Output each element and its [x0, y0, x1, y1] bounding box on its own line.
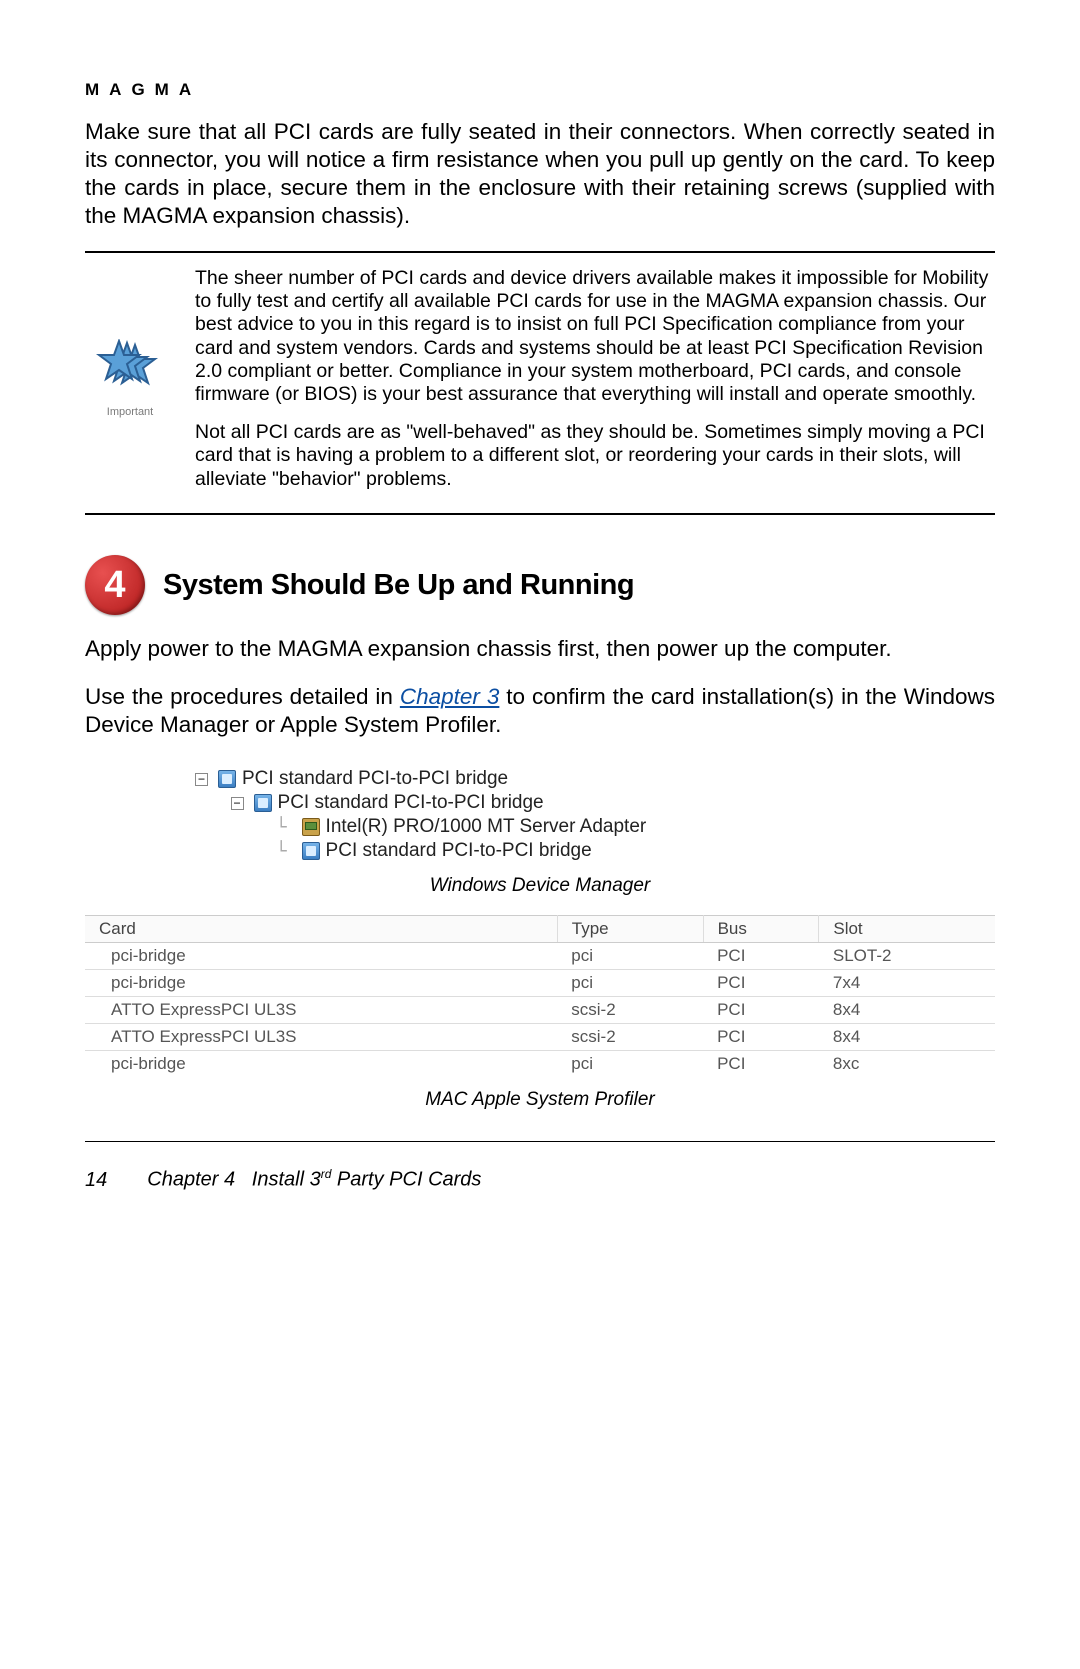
- callout-para-1: The sheer number of PCI cards and device…: [195, 267, 995, 407]
- tree-item[interactable]: └ Intel(R) PRO/1000 MT Server Adapter: [195, 815, 995, 839]
- table-cell: SLOT-2: [819, 943, 995, 970]
- table-cell: 8x4: [819, 997, 995, 1024]
- section-header: 4 System Should Be Up and Running: [85, 555, 995, 615]
- divider-top: [85, 251, 995, 253]
- tree-item[interactable]: └ PCI standard PCI-to-PCI bridge: [195, 839, 995, 863]
- table-cell: pci: [557, 1051, 703, 1078]
- page-footer: 14 Chapter 4 Install 3rd Party PCI Cards: [85, 1167, 995, 1192]
- pci-bridge-icon: [254, 794, 272, 812]
- table-cell: scsi-2: [557, 997, 703, 1024]
- chapter-3-link[interactable]: Chapter 3: [400, 684, 500, 709]
- intro-paragraph: Make sure that all PCI cards are fully s…: [85, 118, 995, 231]
- section-para-2: Use the procedures detailed in Chapter 3…: [85, 683, 995, 739]
- tree-branch-icon: └: [266, 841, 296, 862]
- table-cell: pci: [557, 943, 703, 970]
- network-adapter-icon: [302, 818, 320, 836]
- table-cell: PCI: [703, 997, 819, 1024]
- chapter-title: Chapter 4 Install 3rd Party PCI Cards: [147, 1167, 481, 1192]
- table-header-row: CardTypeBusSlot: [85, 916, 995, 943]
- table-cell: PCI: [703, 943, 819, 970]
- important-icon: Important: [85, 339, 175, 418]
- table-row: pci-bridgepciPCI7x4: [85, 970, 995, 997]
- system-profiler-table: CardTypeBusSlot pci-bridgepciPCISLOT-2pc…: [85, 915, 995, 1077]
- callout-para-2: Not all PCI cards are as "well-behaved" …: [195, 421, 995, 491]
- tree-item-label: PCI standard PCI-to-PCI bridge: [278, 792, 544, 814]
- table-header-cell: Slot: [819, 916, 995, 943]
- table-row: ATTO ExpressPCI UL3Sscsi-2PCI8x4: [85, 1024, 995, 1051]
- tree-branch-icon: └: [266, 817, 296, 838]
- tree-item-label: Intel(R) PRO/1000 MT Server Adapter: [326, 816, 647, 838]
- table-cell: pci-bridge: [85, 970, 557, 997]
- tree-item-label: PCI standard PCI-to-PCI bridge: [326, 840, 592, 862]
- footer-divider: [85, 1141, 995, 1142]
- chapter-title-after: Party PCI Cards: [331, 1169, 481, 1191]
- table-cell: pci-bridge: [85, 1051, 557, 1078]
- page-number: 14: [85, 1169, 107, 1192]
- table-row: pci-bridgepciPCI8xc: [85, 1051, 995, 1078]
- chapter-prefix: Chapter 4: [147, 1169, 235, 1191]
- table-row: pci-bridgepciPCISLOT-2: [85, 943, 995, 970]
- section-title: System Should Be Up and Running: [163, 569, 634, 602]
- table-cell: pci-bridge: [85, 943, 557, 970]
- tree-expander-icon[interactable]: −: [231, 797, 244, 810]
- pci-bridge-icon: [302, 842, 320, 860]
- pci-bridge-icon: [218, 770, 236, 788]
- table-cell: pci: [557, 970, 703, 997]
- important-icon-label: Important: [85, 406, 175, 418]
- table-row: ATTO ExpressPCI UL3Sscsi-2PCI8x4: [85, 997, 995, 1024]
- para2-before: Use the procedures detailed in: [85, 684, 400, 709]
- profiler-caption: MAC Apple System Profiler: [85, 1089, 995, 1111]
- table-header-cell: Bus: [703, 916, 819, 943]
- table-cell: 7x4: [819, 970, 995, 997]
- table-cell: 8xc: [819, 1051, 995, 1078]
- table-cell: PCI: [703, 970, 819, 997]
- tree-item-label: PCI standard PCI-to-PCI bridge: [242, 768, 508, 790]
- table-cell: PCI: [703, 1024, 819, 1051]
- table-cell: ATTO ExpressPCI UL3S: [85, 1024, 557, 1051]
- table-header-cell: Card: [85, 916, 557, 943]
- table-cell: ATTO ExpressPCI UL3S: [85, 997, 557, 1024]
- divider-bottom: [85, 513, 995, 515]
- table-header-cell: Type: [557, 916, 703, 943]
- table-cell: 8x4: [819, 1024, 995, 1051]
- step-number-badge: 4: [85, 555, 145, 615]
- table-cell: scsi-2: [557, 1024, 703, 1051]
- table-cell: PCI: [703, 1051, 819, 1078]
- tree-expander-icon[interactable]: −: [195, 773, 208, 786]
- device-manager-tree: − PCI standard PCI-to-PCI bridge − PCI sta…: [195, 767, 995, 863]
- section-para-1: Apply power to the MAGMA expansion chass…: [85, 635, 995, 663]
- chapter-title-ord: rd: [321, 1167, 332, 1181]
- tree-item[interactable]: − PCI standard PCI-to-PCI bridge: [195, 767, 995, 791]
- chapter-title-before: Install 3: [252, 1169, 321, 1191]
- important-callout: Important The sheer number of PCI cards …: [85, 267, 995, 500]
- tree-item[interactable]: − PCI standard PCI-to-PCI bridge: [195, 791, 995, 815]
- device-tree-caption: Windows Device Manager: [85, 875, 995, 897]
- brand-header: MAGMA: [85, 80, 995, 100]
